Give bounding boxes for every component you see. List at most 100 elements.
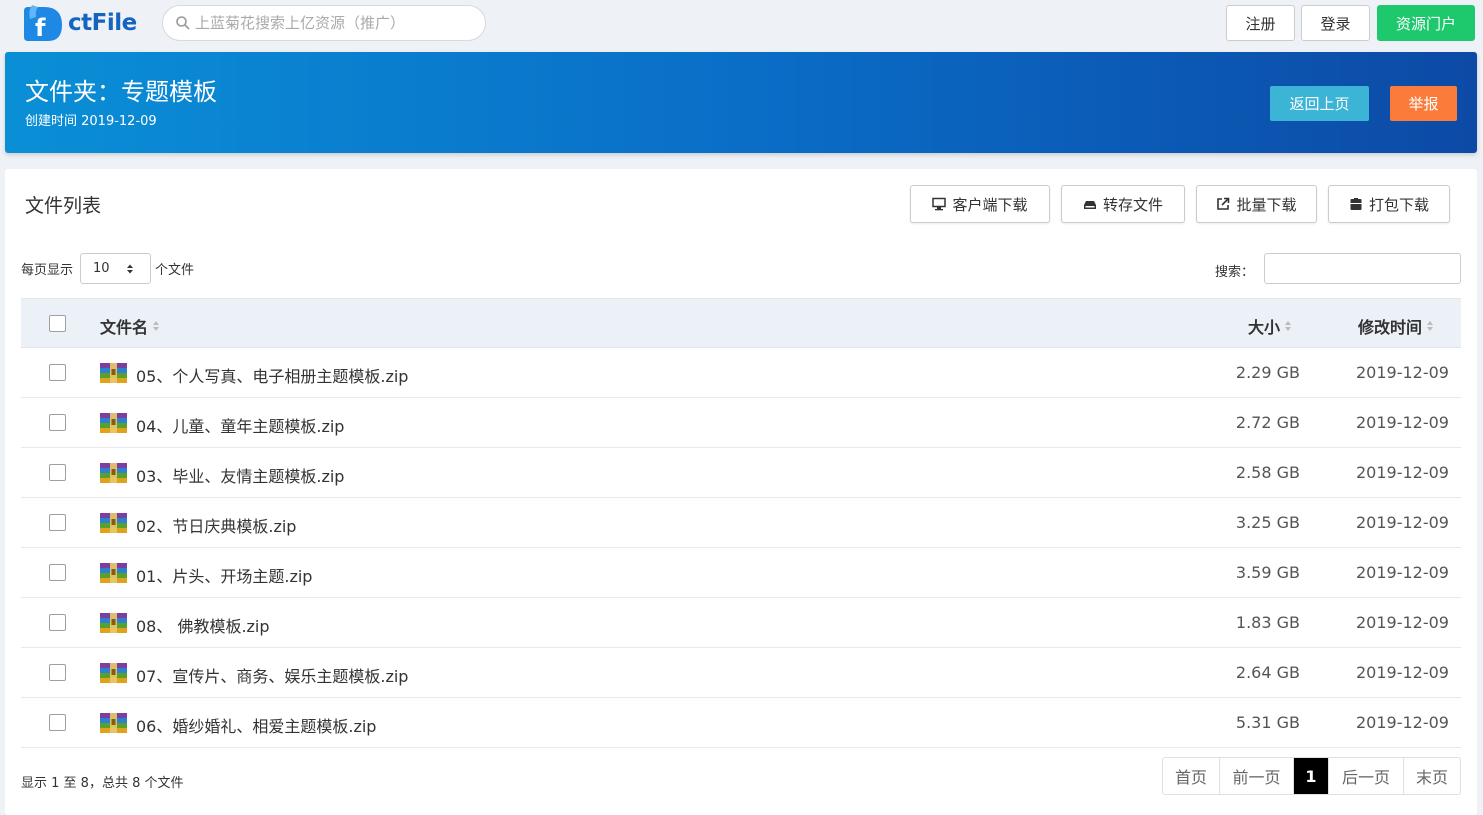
back-button[interactable]: 返回上页 [1270, 86, 1369, 121]
table-search-input[interactable] [1264, 253, 1461, 284]
table-row[interactable]: 06、婚纱婚礼、相爱主题模板.zip 5.31 GB 2019-12-09 [21, 698, 1461, 748]
search-input[interactable] [195, 14, 475, 32]
file-list-panel: 文件列表 客户端下载 转存文件 批量下载 打包下载 每页显示 10 个文件 搜索… [5, 169, 1477, 815]
first-page-button[interactable]: 首页 [1163, 758, 1220, 794]
client-download-label: 客户端下载 [952, 195, 1028, 214]
folder-header: 文件夹：专题模板 创建时间 2019-12-09 返回上页 举报 [5, 52, 1477, 153]
column-size-header[interactable]: 大小 [1248, 314, 1292, 338]
column-name-label: 文件名 [100, 318, 149, 337]
file-name-link[interactable]: 01、片头、开场主题.zip [136, 563, 312, 587]
row-checkbox[interactable] [49, 514, 66, 531]
pagination: 首页 前一页 1 后一页 末页 [1162, 757, 1461, 795]
row-checkbox[interactable] [49, 414, 66, 431]
file-size: 2.72 GB [1235, 413, 1300, 432]
file-size: 3.59 GB [1235, 563, 1300, 582]
file-name-link[interactable]: 04、儿童、童年主题模板.zip [136, 413, 344, 437]
save-file-label: 转存文件 [1102, 195, 1163, 214]
svg-text:f: f [35, 14, 46, 42]
resource-portal-button[interactable]: 资源门户 [1377, 5, 1475, 41]
page-length-select[interactable]: 10 [80, 253, 151, 284]
file-modified-date: 2019-12-09 [1356, 563, 1449, 582]
search-icon [176, 16, 190, 30]
file-size: 2.58 GB [1235, 463, 1300, 482]
file-modified-date: 2019-12-09 [1356, 413, 1449, 432]
file-name-link[interactable]: 03、毕业、友情主题模板.zip [136, 463, 344, 487]
report-button[interactable]: 举报 [1390, 86, 1457, 121]
file-size: 1.83 GB [1235, 613, 1300, 632]
row-checkbox[interactable] [49, 614, 66, 631]
zip-file-icon [100, 363, 127, 383]
table-row[interactable]: 01、片头、开场主题.zip 3.59 GB 2019-12-09 [21, 548, 1461, 598]
row-checkbox[interactable] [49, 464, 66, 481]
folder-created-date: 创建时间 2019-12-09 [25, 114, 157, 129]
current-page-button[interactable]: 1 [1294, 758, 1329, 794]
file-name-link[interactable]: 02、节日庆典模板.zip [136, 513, 296, 537]
file-size: 2.29 GB [1235, 363, 1300, 382]
pack-download-button[interactable]: 打包下载 [1328, 185, 1450, 223]
table-row[interactable]: 07、宣传片、商务、娱乐主题模板.zip 2.64 GB 2019-12-09 [21, 648, 1461, 698]
row-checkbox[interactable] [49, 664, 66, 681]
login-button[interactable]: 登录 [1301, 5, 1370, 41]
page-length-suffix: 个文件 [155, 263, 195, 278]
last-page-button[interactable]: 末页 [1404, 758, 1460, 794]
zip-file-icon [100, 563, 127, 583]
client-download-button[interactable]: 客户端下载 [910, 185, 1050, 223]
archive-icon [1350, 198, 1362, 210]
panel-title: 文件列表 [25, 195, 102, 217]
folder-title: 文件夹：专题模板 [25, 78, 217, 106]
table-row[interactable]: 03、毕业、友情主题模板.zip 2.58 GB 2019-12-09 [21, 448, 1461, 498]
save-file-button[interactable]: 转存文件 [1061, 185, 1185, 223]
sort-icon [153, 321, 160, 331]
desktop-icon [932, 197, 947, 211]
table-row[interactable]: 08、 佛教模板.zip 1.83 GB 2019-12-09 [21, 598, 1461, 648]
next-page-button[interactable]: 后一页 [1329, 758, 1404, 794]
column-date-header[interactable]: 修改时间 [1358, 314, 1434, 338]
prev-page-button[interactable]: 前一页 [1220, 758, 1294, 794]
row-checkbox[interactable] [49, 714, 66, 731]
zip-file-icon [100, 463, 127, 483]
file-size: 5.31 GB [1235, 713, 1300, 732]
brand-name: ctFile [68, 10, 137, 36]
hdd-icon [1083, 201, 1096, 209]
file-table: 文件名 大小 修改时间 05、个人写真、电子相册主题模板.zip 2.29 GB 2… [21, 298, 1461, 748]
table-row[interactable]: 04、儿童、童年主题模板.zip 2.72 GB 2019-12-09 [21, 398, 1461, 448]
file-name-link[interactable]: 08、 佛教模板.zip [136, 613, 270, 637]
external-link-icon [1217, 197, 1230, 210]
batch-download-label: 批量下载 [1236, 195, 1297, 214]
file-modified-date: 2019-12-09 [1356, 363, 1449, 382]
file-size: 3.25 GB [1235, 513, 1300, 532]
select-all-checkbox[interactable] [49, 315, 66, 332]
file-modified-date: 2019-12-09 [1356, 463, 1449, 482]
file-modified-date: 2019-12-09 [1356, 663, 1449, 682]
pack-download-label: 打包下载 [1368, 195, 1429, 214]
table-info: 显示 1 至 8，总共 8 个文件 [21, 776, 184, 791]
column-size-label: 大小 [1248, 318, 1281, 337]
zip-file-icon [100, 413, 127, 433]
zip-file-icon [100, 613, 127, 633]
zip-file-icon [100, 713, 127, 733]
page-length-prefix: 每页显示 [21, 263, 74, 278]
file-name-link[interactable]: 07、宣传片、商务、娱乐主题模板.zip [136, 663, 408, 687]
register-button[interactable]: 注册 [1226, 5, 1295, 41]
brand-logo[interactable]: f ctFile [22, 3, 137, 43]
batch-download-button[interactable]: 批量下载 [1196, 185, 1317, 223]
top-navbar: f ctFile 注册 登录 资源门户 [0, 0, 1483, 46]
column-date-label: 修改时间 [1358, 318, 1423, 337]
search-box [162, 5, 486, 41]
column-name-header[interactable]: 文件名 [100, 314, 160, 338]
table-body: 05、个人写真、电子相册主题模板.zip 2.29 GB 2019-12-09 04、… [21, 348, 1461, 748]
row-checkbox[interactable] [49, 564, 66, 581]
file-name-link[interactable]: 06、婚纱婚礼、相爱主题模板.zip [136, 713, 376, 737]
select-arrows-icon [127, 264, 133, 274]
table-row[interactable]: 02、节日庆典模板.zip 3.25 GB 2019-12-09 [21, 498, 1461, 548]
row-checkbox[interactable] [49, 364, 66, 381]
table-search-label: 搜索： [1215, 265, 1255, 280]
table-row[interactable]: 05、个人写真、电子相册主题模板.zip 2.29 GB 2019-12-09 [21, 348, 1461, 398]
table-header: 文件名 大小 修改时间 [21, 298, 1461, 348]
sort-icon [1427, 321, 1434, 331]
zip-file-icon [100, 663, 127, 683]
file-name-link[interactable]: 05、个人写真、电子相册主题模板.zip [136, 363, 408, 387]
zip-file-icon [100, 513, 127, 533]
ctfile-logo-icon: f [24, 5, 62, 42]
file-modified-date: 2019-12-09 [1356, 713, 1449, 732]
